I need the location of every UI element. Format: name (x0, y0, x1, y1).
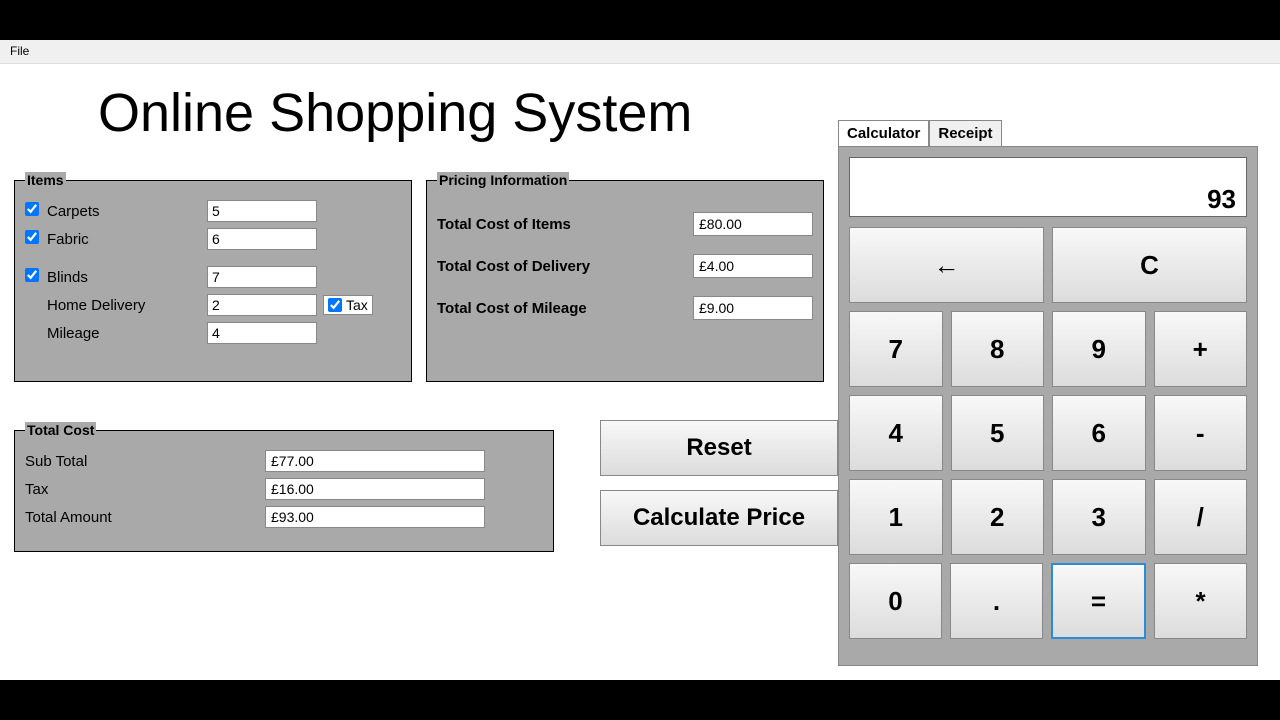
total-items-value[interactable] (693, 212, 813, 236)
calc-key-0[interactable]: 0 (849, 563, 942, 639)
total-delivery-value[interactable] (693, 254, 813, 278)
calc-backspace-button[interactable]: ← (849, 227, 1044, 303)
calc-key-2[interactable]: 2 (951, 479, 1045, 555)
calc-display: 93 (849, 157, 1247, 217)
tab-receipt[interactable]: Receipt (929, 120, 1001, 146)
home-delivery-label: Home Delivery (47, 297, 207, 314)
tax-label: Tax (346, 297, 368, 313)
total-amount-value[interactable] (265, 506, 485, 528)
blinds-label: Blinds (47, 269, 207, 286)
blinds-row: Blinds (25, 266, 401, 288)
calc-key-9[interactable]: 9 (1052, 311, 1146, 387)
total-mileage-label: Total Cost of Mileage (437, 300, 587, 317)
calc-tabs: Calculator Receipt (838, 120, 1258, 146)
tax-check-wrap: Tax (323, 295, 373, 315)
home-delivery-qty-input[interactable] (207, 294, 317, 316)
total-mileage-value[interactable] (693, 296, 813, 320)
blinds-qty-input[interactable] (207, 266, 317, 288)
tax-row: Tax (25, 478, 543, 500)
calculate-button[interactable]: Calculate Price (600, 490, 838, 546)
tab-calculator[interactable]: Calculator (838, 120, 929, 146)
blinds-checkbox[interactable] (25, 268, 39, 282)
carpets-checkbox[interactable] (25, 202, 39, 216)
calc-key-multiply[interactable]: * (1154, 563, 1247, 639)
calc-key-8[interactable]: 8 (951, 311, 1045, 387)
mileage-row: Mileage (25, 322, 401, 344)
calc-key-5[interactable]: 5 (951, 395, 1045, 471)
total-amount-label: Total Amount (25, 509, 265, 526)
app-window: File Online Shopping System Items Carpet… (0, 40, 1280, 680)
left-column: Items Carpets Fabric Blinds (14, 172, 824, 552)
carpets-qty-input[interactable] (207, 200, 317, 222)
total-cost-legend: Total Cost (25, 422, 96, 438)
tax-checkbox[interactable] (328, 298, 342, 312)
total-items-label: Total Cost of Items (437, 216, 571, 233)
total-amount-row: Total Amount (25, 506, 543, 528)
items-legend: Items (25, 172, 66, 188)
mileage-qty-input[interactable] (207, 322, 317, 344)
calculator-panel: Calculator Receipt 93 ← C 7 8 9 + 4 5 (838, 120, 1258, 666)
total-cost-fieldset: Total Cost Sub Total Tax Total Amount (14, 422, 554, 552)
items-fieldset: Items Carpets Fabric Blinds (14, 172, 412, 382)
calc-key-7[interactable]: 7 (849, 311, 943, 387)
fabric-label: Fabric (47, 231, 207, 248)
calc-key-6[interactable]: 6 (1052, 395, 1146, 471)
fabric-qty-input[interactable] (207, 228, 317, 250)
home-delivery-row: Home Delivery Tax (25, 294, 401, 316)
calc-key-plus[interactable]: + (1154, 311, 1248, 387)
pricing-fieldset: Pricing Information Total Cost of Items … (426, 172, 824, 382)
calc-key-equals[interactable]: = (1051, 563, 1146, 639)
mileage-label: Mileage (47, 325, 207, 342)
subtotal-value[interactable] (265, 450, 485, 472)
carpets-label: Carpets (47, 203, 207, 220)
pricing-legend: Pricing Information (437, 172, 569, 188)
total-mileage-row: Total Cost of Mileage (437, 296, 813, 320)
calc-clear-button[interactable]: C (1052, 227, 1247, 303)
top-row: Items Carpets Fabric Blinds (14, 172, 824, 382)
action-buttons: Reset Calculate Price (600, 420, 838, 560)
carpets-row: Carpets (25, 200, 401, 222)
calc-key-minus[interactable]: - (1154, 395, 1248, 471)
calc-key-1[interactable]: 1 (849, 479, 943, 555)
calc-body: 93 ← C 7 8 9 + 4 5 6 - 1 (838, 146, 1258, 666)
calc-key-dot[interactable]: . (950, 563, 1043, 639)
tax-total-value[interactable] (265, 478, 485, 500)
fabric-row: Fabric (25, 228, 401, 250)
subtotal-label: Sub Total (25, 453, 265, 470)
calc-key-4[interactable]: 4 (849, 395, 943, 471)
total-items-row: Total Cost of Items (437, 212, 813, 236)
content-area: Online Shopping System Items Carpets Fab… (0, 64, 1280, 172)
fabric-checkbox[interactable] (25, 230, 39, 244)
menubar: File (0, 40, 1280, 64)
reset-button[interactable]: Reset (600, 420, 838, 476)
subtotal-row: Sub Total (25, 450, 543, 472)
tax-total-label: Tax (25, 481, 265, 498)
total-delivery-label: Total Cost of Delivery (437, 258, 590, 275)
calc-key-3[interactable]: 3 (1052, 479, 1146, 555)
menu-file[interactable]: File (10, 44, 29, 58)
total-delivery-row: Total Cost of Delivery (437, 254, 813, 278)
calc-key-divide[interactable]: / (1154, 479, 1248, 555)
